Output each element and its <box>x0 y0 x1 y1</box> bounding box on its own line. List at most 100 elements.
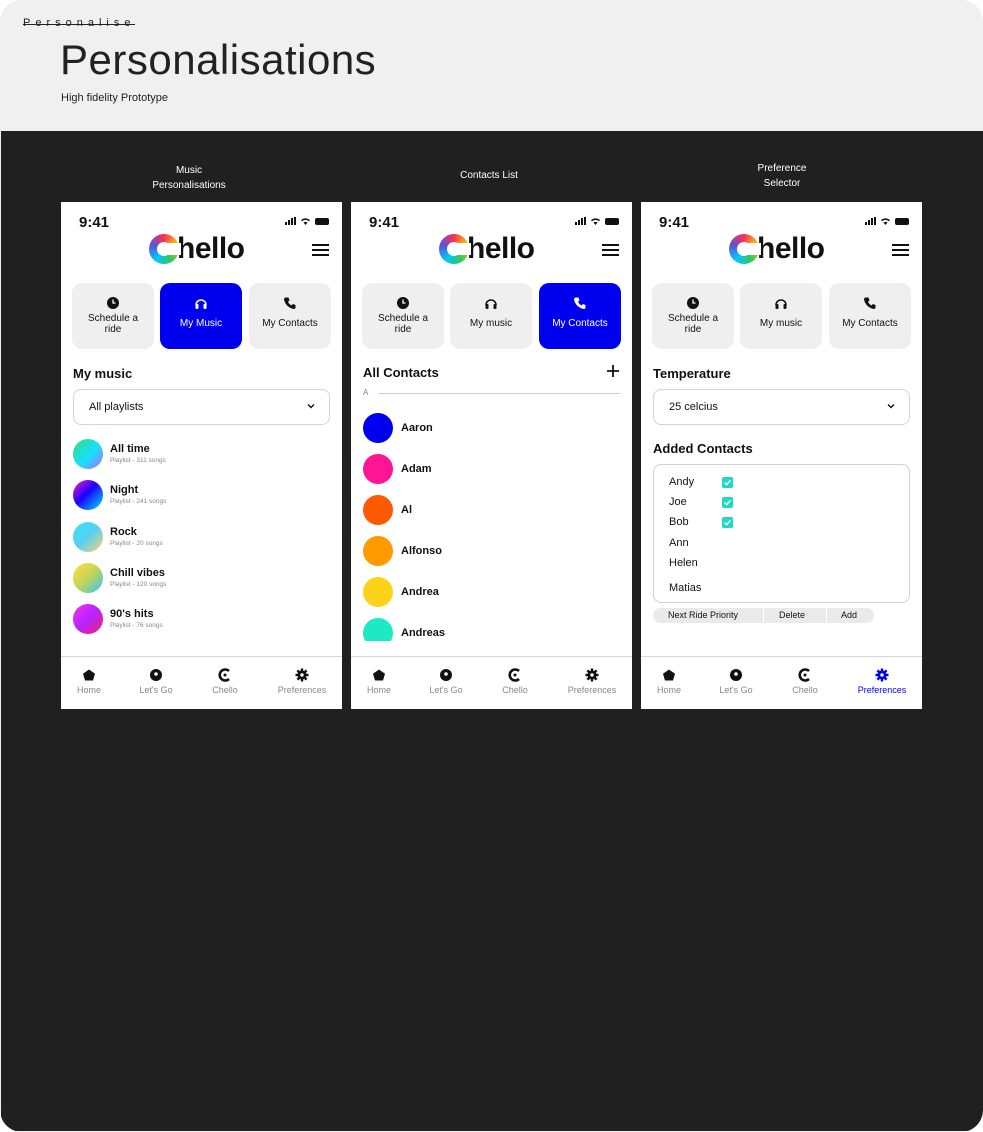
playlist-art <box>73 522 103 552</box>
battery-icon <box>605 217 619 225</box>
nav-home[interactable]: Home <box>641 668 699 695</box>
nav-label: Chello <box>792 685 818 695</box>
menu-icon[interactable] <box>602 244 619 259</box>
playlist-item[interactable]: Rock Playlist - 20 songs <box>73 522 303 554</box>
wifi-icon <box>301 218 310 225</box>
nav-home[interactable]: Home <box>351 668 409 695</box>
tile-schedule-ride[interactable]: Schedule a ride <box>652 283 734 349</box>
section-title-all-contacts: All Contacts <box>363 365 439 380</box>
nav-preferences[interactable]: Preferences <box>272 668 332 695</box>
logo-text: hello <box>757 232 825 265</box>
temperature-select[interactable]: 25 celcius <box>653 389 910 425</box>
playlist-name: All time <box>110 443 150 455</box>
contact-item[interactable]: Al <box>363 495 563 527</box>
added-contact-row[interactable]: Helen <box>669 557 698 569</box>
next-ride-priority-button[interactable]: Next Ride Priority <box>668 610 738 620</box>
tile-my-contacts[interactable]: My Contacts <box>249 283 331 349</box>
tile-schedule-ride[interactable]: Schedule a ride <box>362 283 444 349</box>
added-contact-name: Andy <box>669 476 695 488</box>
menu-icon[interactable] <box>312 244 329 259</box>
nav-chello[interactable]: Chello <box>775 668 835 695</box>
headphones-icon <box>775 299 787 309</box>
gear-icon <box>875 668 889 682</box>
playlist-select[interactable]: All playlists <box>73 389 330 425</box>
status-icons <box>285 217 329 225</box>
bottom-nav: Home Let's Go Chello Preferences <box>351 656 632 709</box>
chevron-down-icon <box>887 404 895 409</box>
checkbox-checked-icon[interactable] <box>722 517 733 528</box>
contact-avatar <box>363 536 393 566</box>
signal-icon <box>865 217 876 225</box>
location-icon <box>730 669 742 681</box>
tile-my-contacts[interactable]: My Contacts <box>829 283 911 349</box>
chello-icon <box>508 668 520 682</box>
frame-label-line: Selector <box>763 178 801 189</box>
menu-icon[interactable] <box>892 244 909 259</box>
phone-icon <box>284 297 296 309</box>
tile-my-music[interactable]: My music <box>450 283 532 349</box>
clock-icon <box>107 297 119 309</box>
nav-label: Chello <box>502 685 528 695</box>
contact-item[interactable]: Alfonso <box>363 536 563 568</box>
quick-tiles: Schedule a ride My Music My Contacts <box>72 283 331 349</box>
nav-chello[interactable]: Chello <box>195 668 255 695</box>
bottom-nav: Home Let's Go Chello Preferences <box>641 656 922 709</box>
added-contact-name: Matias <box>669 582 702 594</box>
checkbox-checked-icon[interactable] <box>722 477 733 488</box>
tile-label: Schedule a ride <box>377 313 429 335</box>
signal-icon <box>575 217 586 225</box>
nav-lets-go[interactable]: Let's Go <box>416 668 476 695</box>
nav-preferences[interactable]: Preferences <box>852 668 912 695</box>
nav-home[interactable]: Home <box>61 668 119 695</box>
contact-item[interactable]: Adam <box>363 454 563 486</box>
playlist-art <box>73 604 103 634</box>
contact-item[interactable]: Andrea <box>363 577 563 609</box>
status-time: 9:41 <box>369 214 400 231</box>
contact-name: Aaron <box>401 422 433 434</box>
add-button[interactable]: Add <box>841 610 857 620</box>
contact-item[interactable]: Aaron <box>363 413 563 445</box>
added-contact-row[interactable]: Bob <box>669 516 733 528</box>
frame-label-line: Music <box>175 165 203 176</box>
playlist-meta: Playlist - 311 songs <box>110 457 166 464</box>
tile-my-music[interactable]: My Music <box>160 283 242 349</box>
tile-label: Schedule a ride <box>87 313 139 335</box>
tile-my-contacts[interactable]: My Contacts <box>539 283 621 349</box>
nav-chello[interactable]: Chello <box>485 668 545 695</box>
headphones-icon <box>195 299 207 309</box>
nav-lets-go[interactable]: Let's Go <box>126 668 186 695</box>
tile-my-music[interactable]: My music <box>740 283 822 349</box>
nav-preferences[interactable]: Preferences <box>562 668 622 695</box>
playlist-item[interactable]: All time Playlist - 311 songs <box>73 439 303 471</box>
contact-item[interactable]: Andreas <box>363 618 563 641</box>
playlist-item[interactable]: 90's hits Playlist - 76 songs <box>73 604 303 636</box>
playlist-name: Night <box>110 484 139 496</box>
checkbox-checked-icon[interactable] <box>722 497 733 508</box>
nav-lets-go[interactable]: Let's Go <box>706 668 766 695</box>
status-bar: 9:41 <box>351 214 632 234</box>
nav-label: Let's Go <box>429 685 463 695</box>
nav-label: Home <box>656 685 681 695</box>
home-icon <box>373 669 385 681</box>
index-divider <box>378 393 620 394</box>
tile-schedule-ride[interactable]: Schedule a ride <box>72 283 154 349</box>
chello-logo: hello <box>729 232 825 266</box>
added-contact-row[interactable]: Joe <box>669 496 733 508</box>
add-contact-icon[interactable] <box>606 364 620 378</box>
added-contact-row[interactable]: Matias <box>669 582 701 594</box>
quick-tiles: Schedule a ride My music My Contacts <box>652 283 911 349</box>
contact-name: Al <box>401 504 412 516</box>
chello-icon <box>218 668 230 682</box>
playlist-item[interactable]: Chill vibes Playlist - 120 songs <box>73 563 303 595</box>
playlist-item[interactable]: Night Playlist - 241 songs <box>73 480 303 512</box>
tile-label: My Contacts <box>552 318 608 329</box>
gear-icon <box>295 668 309 682</box>
status-time: 9:41 <box>79 214 110 231</box>
added-contact-row[interactable]: Ann <box>669 537 689 549</box>
contact-name: Alfonso <box>401 545 442 557</box>
added-contact-row[interactable]: Andy <box>669 476 733 488</box>
playlist-name: 90's hits <box>110 608 154 620</box>
status-icons <box>865 217 909 225</box>
delete-button[interactable]: Delete <box>779 610 805 620</box>
battery-icon <box>315 217 329 225</box>
